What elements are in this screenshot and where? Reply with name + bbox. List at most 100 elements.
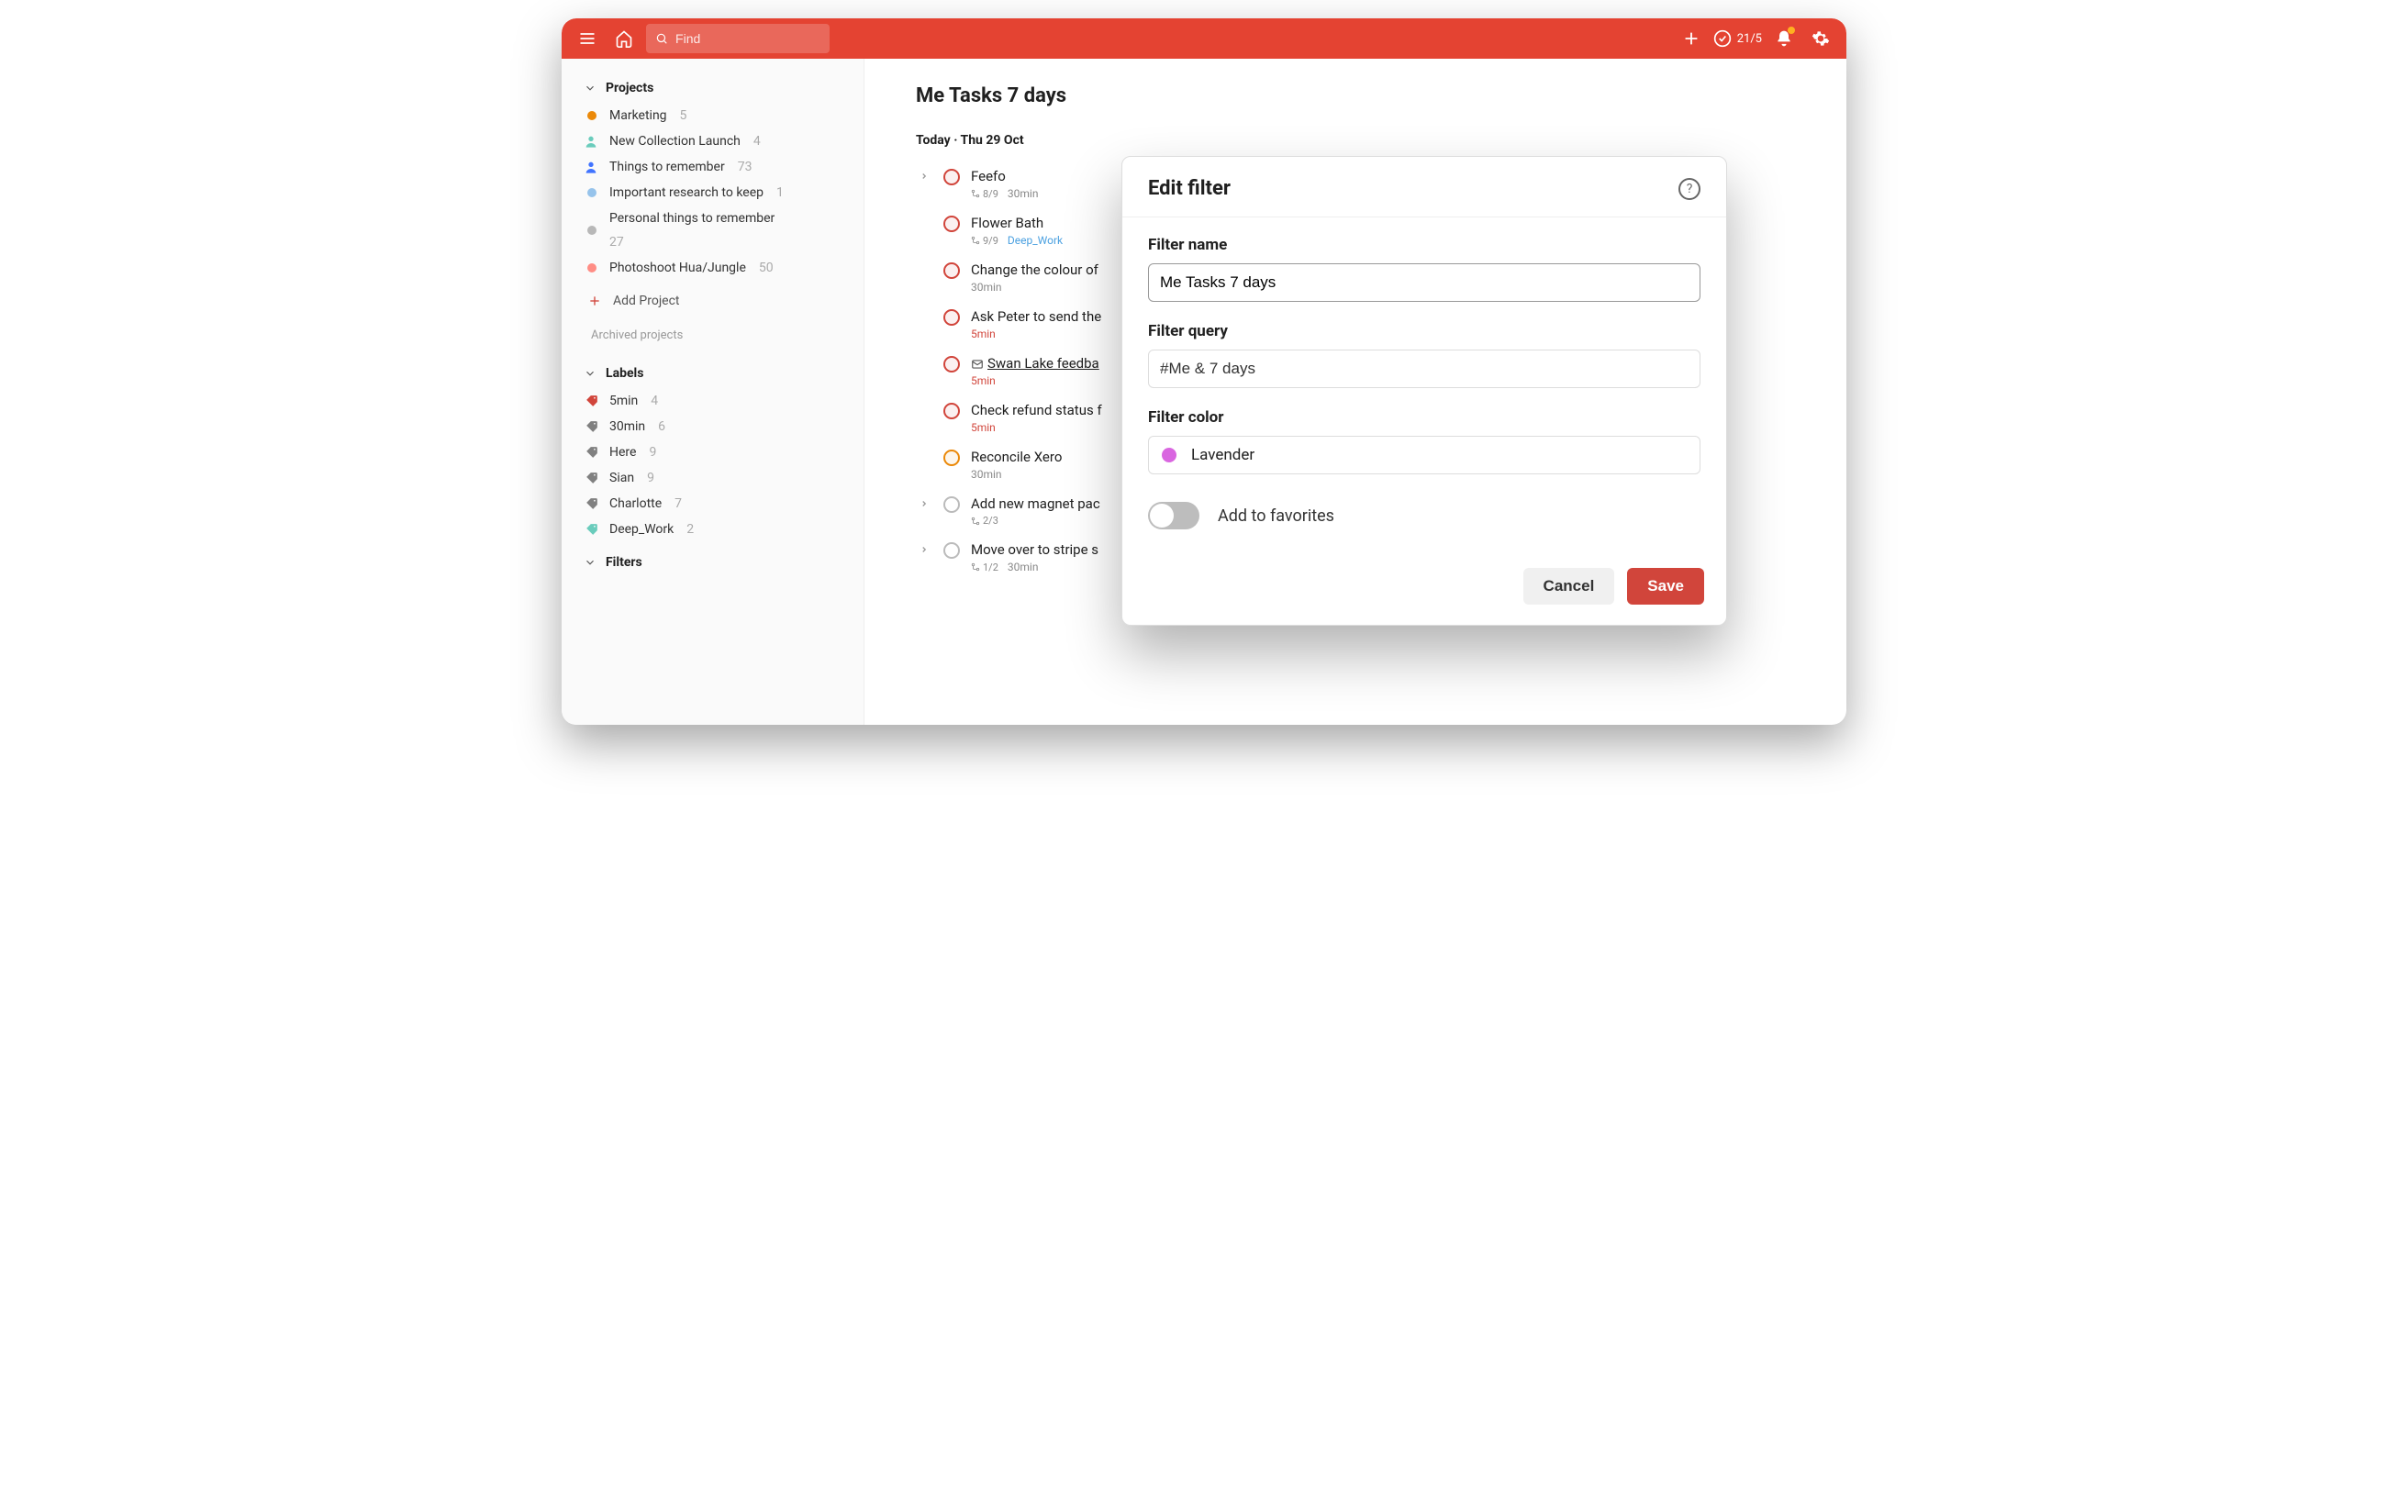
topbar: 21/5 [562,18,1846,59]
task-checkbox[interactable] [943,450,960,466]
task-checkbox[interactable] [943,262,960,279]
task-label: 30min [1008,561,1039,573]
home-icon[interactable] [609,24,639,53]
tag-icon [585,497,598,510]
project-count: 4 [753,134,761,149]
task-checkbox[interactable] [943,309,960,326]
tag-icon [585,446,598,459]
tag-icon [585,420,598,433]
archived-projects[interactable]: Archived projects [562,317,864,353]
favorites-label: Add to favorites [1218,506,1334,526]
expand-icon [916,449,932,452]
task-label: 30min [971,468,1002,481]
project-name: Things to remember [609,160,725,174]
productivity-button[interactable]: 21/5 [1713,29,1762,48]
sidebar-project-item[interactable]: Personal things to remember27 [562,206,864,255]
filter-name-label: Filter name [1148,236,1700,254]
expand-icon[interactable] [916,168,932,181]
expand-icon [916,261,932,265]
search-icon [655,31,668,46]
labels-header-label: Labels [606,366,643,381]
sidebar-label-item[interactable]: Here9 [562,439,864,465]
sidebar-label-item[interactable]: 30min6 [562,414,864,439]
expand-icon[interactable] [916,541,932,554]
label-name: Here [609,445,636,460]
favorites-toggle[interactable] [1148,502,1199,529]
filter-color-select[interactable]: Lavender [1148,436,1700,474]
label-name: Deep_Work [609,522,674,537]
sidebar-label-item[interactable]: Sian9 [562,465,864,491]
expand-icon [916,308,932,312]
person-icon [584,160,598,174]
label-count: 4 [651,394,658,408]
help-icon[interactable]: ? [1678,178,1700,200]
settings-icon[interactable] [1806,24,1835,53]
task-label: Deep_Work [1008,234,1063,247]
sidebar-project-item[interactable]: Marketing 5 [562,103,864,128]
edit-filter-modal: Edit filter ? Filter name Filter query F… [1121,156,1727,626]
tag-icon [585,523,598,536]
add-project-label: Add Project [613,294,680,308]
tag-icon [585,472,598,484]
project-name: Marketing [609,108,667,123]
project-count: 5 [680,108,687,123]
project-color-dot [587,226,596,235]
notifications-icon[interactable] [1769,24,1799,53]
filter-name-input[interactable] [1148,263,1700,302]
subtask-count: 1/2 [971,561,998,573]
sidebar-label-item[interactable]: Charlotte7 [562,491,864,517]
search-box[interactable] [646,24,830,53]
task-checkbox[interactable] [943,216,960,232]
label-name: 5min [609,394,638,408]
task-checkbox[interactable] [943,496,960,513]
add-task-icon[interactable] [1677,24,1706,53]
expand-icon [916,215,932,218]
task-label: 5min [971,421,996,434]
subtask-count: 9/9 [971,235,998,247]
sidebar-project-item[interactable]: New Collection Launch 4 [562,128,864,154]
labels-header[interactable]: Labels [562,362,864,384]
task-checkbox[interactable] [943,542,960,559]
color-chip [1162,448,1176,462]
search-input[interactable] [675,31,820,46]
expand-icon [916,402,932,406]
date-header: Today · Thu 29 Oct [916,133,1795,148]
sidebar-label-item[interactable]: 5min 4 [562,388,864,414]
project-count: 73 [738,160,752,174]
sidebar: Projects Marketing 5 New Collection Launch… [562,59,864,725]
project-name: Personal things to remember [609,211,775,226]
task-label: 5min [971,328,996,340]
task-label: 30min [971,281,1002,294]
projects-header[interactable]: Projects [562,77,864,99]
cancel-button[interactable]: Cancel [1523,568,1615,605]
plus-icon [587,294,602,308]
add-project-button[interactable]: Add Project [562,284,864,317]
notification-badge [1788,27,1795,34]
project-color-dot [587,111,596,120]
filters-header[interactable]: Filters [562,551,864,573]
mail-icon [971,358,984,371]
productivity-count: 21/5 [1737,32,1762,46]
filter-color-label: Filter color [1148,408,1700,427]
task-checkbox[interactable] [943,403,960,419]
save-button[interactable]: Save [1627,568,1704,605]
expand-icon[interactable] [916,495,932,508]
project-color-dot [587,263,596,272]
sidebar-label-item[interactable]: Deep_Work2 [562,517,864,542]
person-icon [584,134,598,149]
sidebar-project-item[interactable]: Important research to keep1 [562,180,864,206]
task-checkbox[interactable] [943,356,960,372]
chevron-down-icon [584,367,596,380]
project-name: New Collection Launch [609,134,741,149]
page-title: Me Tasks 7 days [916,84,1795,107]
filter-query-input[interactable] [1148,350,1700,388]
label-name: Charlotte [609,496,662,511]
checkmark-circle-icon [1713,29,1732,48]
project-count: 50 [759,261,774,275]
sidebar-project-item[interactable]: Photoshoot Hua/Jungle50 [562,255,864,281]
modal-title: Edit filter [1148,177,1231,200]
sidebar-project-item[interactable]: Things to remember 73 [562,154,864,180]
project-color-dot [587,188,596,197]
menu-icon[interactable] [573,24,602,53]
task-checkbox[interactable] [943,169,960,185]
